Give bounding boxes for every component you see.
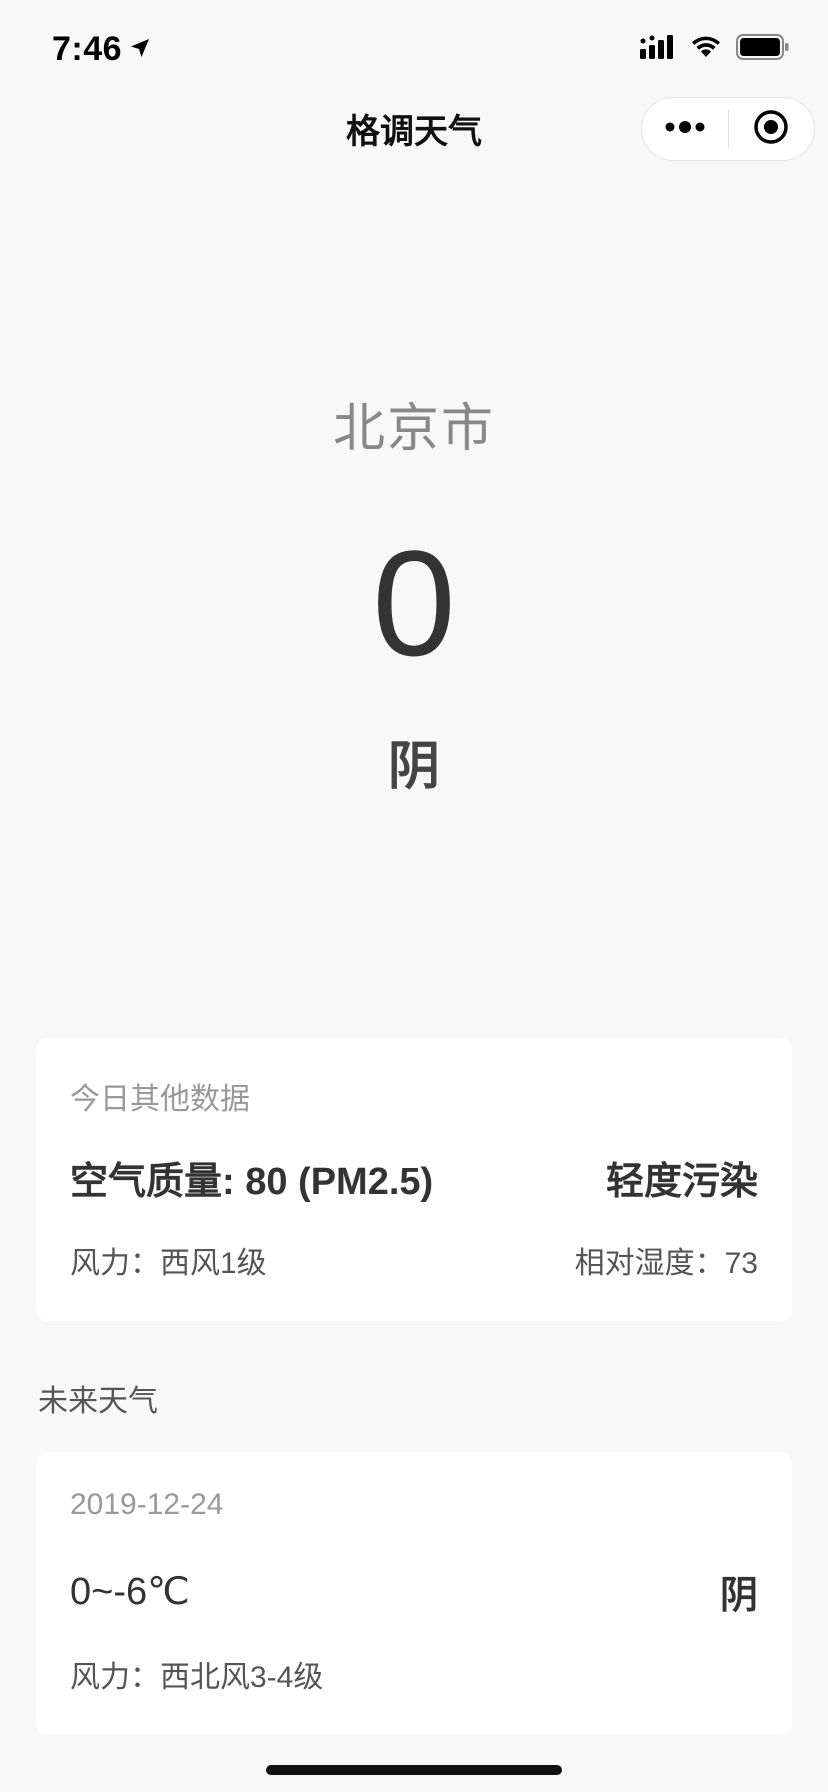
home-indicator[interactable] [266,1765,562,1775]
battery-icon [736,34,790,60]
forecast-temp-range: 0~-6℃ [70,1571,190,1613]
forecast-card: 2019-12-24 0~-6℃ 阴 风力：西北风3-4级 [36,1452,792,1735]
city-name: 北京市 [332,400,495,458]
wind-humidity-row: 风力：西风1级 相对湿度：73 [70,1238,758,1282]
air-quality-row: 空气质量: 80 (PM2.5) 轻度污染 [70,1150,758,1205]
more-button[interactable] [642,98,728,160]
air-quality-level: 轻度污染 [605,1161,758,1203]
location-arrow-icon [128,30,152,69]
mini-program-capsule [641,97,815,161]
today-card-label: 今日其他数据 [70,1083,250,1116]
more-dots-icon [665,120,705,138]
today-data-card: 今日其他数据 空气质量: 80 (PM2.5) 轻度污染 风力：西风1级 相对湿… [36,1038,792,1321]
status-icons [640,34,790,60]
status-time: 7:46 [52,30,152,69]
wind-value: 风力：西风1级 [70,1247,267,1280]
cellular-signal-icon [640,35,676,59]
status-time-text: 7:46 [52,30,123,68]
wifi-icon [690,35,722,59]
target-circle-icon [753,109,789,150]
forecast-wind-row: 风力：西北风3-4级 [70,1652,758,1696]
forecast-date: 2019-12-24 [70,1488,224,1521]
air-quality-value: 空气质量: 80 (PM2.5) [70,1161,434,1203]
status-bar: 7:46 [0,0,828,100]
forecast-wind: 风力：西北风3-4级 [70,1661,324,1694]
current-temperature: 0 [372,519,456,687]
future-weather-title: 未来天气 [38,1385,158,1418]
weather-condition: 阴 [387,738,440,796]
forecast-condition: 阴 [719,1575,758,1617]
close-mini-program-button[interactable] [729,98,815,160]
humidity-value: 相对湿度：73 [574,1247,758,1280]
forecast-temp-row: 0~-6℃ 阴 [70,1564,758,1619]
